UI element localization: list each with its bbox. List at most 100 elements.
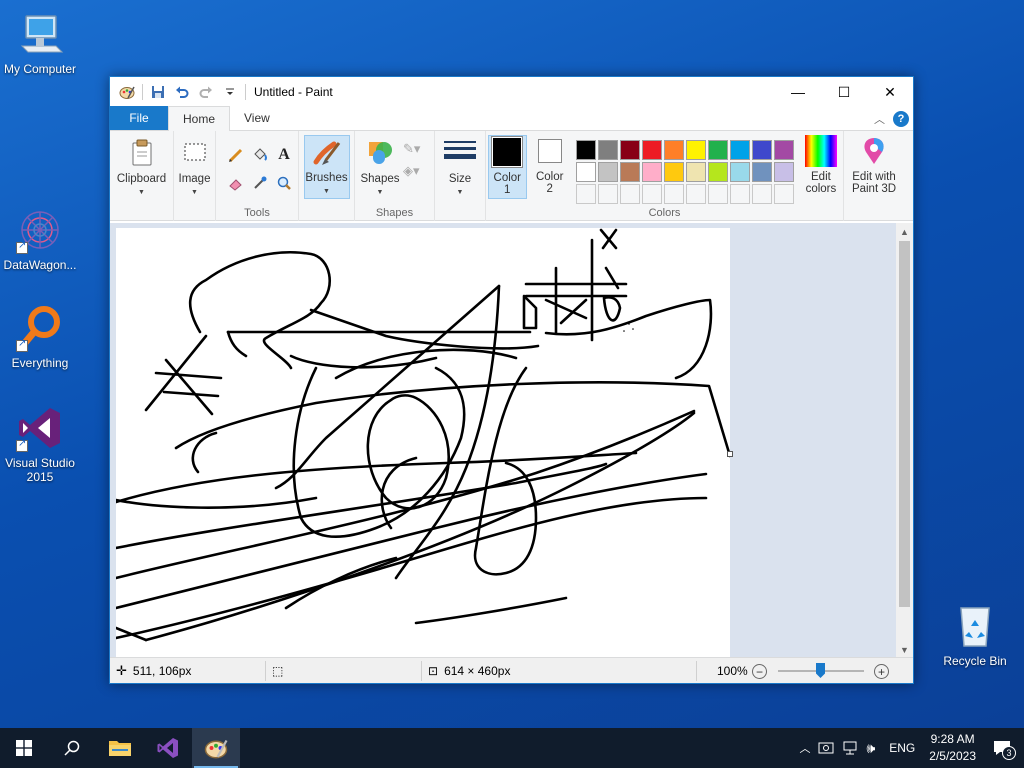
- zoom-level: 100%: [717, 664, 748, 678]
- color-swatch[interactable]: [575, 162, 596, 182]
- zoom-slider-thumb[interactable]: [816, 663, 825, 678]
- show-hidden-icons-chevron-icon[interactable]: ︿: [795, 728, 814, 768]
- minimize-button[interactable]: —: [775, 77, 821, 107]
- pencil-icon[interactable]: [224, 143, 248, 167]
- select-icon: [179, 137, 211, 169]
- maximize-button[interactable]: ☐: [821, 77, 867, 107]
- custom-color-slot[interactable]: [751, 184, 772, 204]
- scroll-down-arrow-icon[interactable]: ▼: [896, 641, 913, 658]
- color-swatch[interactable]: [707, 162, 728, 182]
- colors-group-label: Colors: [648, 207, 681, 219]
- desktop-icon-my-computer[interactable]: My Computer: [0, 10, 80, 76]
- fill-icon[interactable]: ◈▾: [403, 163, 420, 179]
- paint-app-icon[interactable]: [118, 83, 136, 101]
- color-swatch[interactable]: [663, 162, 684, 182]
- desktop-icon-recycle-bin[interactable]: Recycle Bin: [935, 602, 1015, 668]
- custom-color-slot[interactable]: [707, 184, 728, 204]
- color-swatch[interactable]: [641, 140, 662, 160]
- color-swatch[interactable]: [773, 140, 794, 160]
- image-button[interactable]: Image ▼: [176, 135, 214, 199]
- security-icon[interactable]: [814, 728, 838, 768]
- color-swatch[interactable]: [597, 140, 618, 160]
- tab-home[interactable]: Home: [168, 106, 231, 131]
- color-swatch[interactable]: [663, 140, 684, 160]
- taskbar-file-explorer[interactable]: [96, 728, 144, 768]
- color2-button[interactable]: Color 2: [531, 135, 569, 199]
- scroll-thumb[interactable]: [899, 241, 910, 607]
- color-swatch[interactable]: [707, 140, 728, 160]
- shapes-button[interactable]: Shapes ▼: [357, 135, 403, 199]
- zoom-out-button[interactable]: −: [752, 664, 767, 679]
- taskbar-visual-studio[interactable]: [144, 728, 192, 768]
- help-icon[interactable]: ?: [893, 111, 909, 127]
- action-center-button[interactable]: 3: [980, 728, 1024, 768]
- taskbar-paint[interactable]: [192, 728, 240, 768]
- save-icon[interactable]: [149, 83, 167, 101]
- magnifier-icon[interactable]: [272, 171, 296, 195]
- text-tool-icon[interactable]: A: [272, 143, 296, 167]
- language-indicator[interactable]: ENG: [879, 728, 925, 768]
- edit-colors-button[interactable]: Edit colors: [801, 135, 841, 199]
- size-label: Size: [448, 173, 472, 185]
- color-picker-icon[interactable]: [248, 171, 272, 195]
- chevron-down-icon: ▼: [456, 189, 464, 196]
- desktop-icon-datawagon[interactable]: DataWagon...: [0, 206, 80, 272]
- title-bar[interactable]: Untitled - Paint — ☐ ✕: [110, 77, 913, 107]
- search-button[interactable]: [48, 728, 96, 768]
- redo-icon[interactable]: [197, 83, 215, 101]
- color-swatch[interactable]: [685, 162, 706, 182]
- volume-icon[interactable]: 🕪: [862, 728, 879, 768]
- custom-color-slot[interactable]: [597, 184, 618, 204]
- qat-customize-dropdown[interactable]: [221, 83, 239, 101]
- canvas-area[interactable]: [110, 223, 897, 658]
- color-swatch[interactable]: [773, 162, 794, 182]
- eraser-icon[interactable]: [224, 171, 248, 195]
- image-size: ⊡ 614 × 460px: [428, 658, 510, 684]
- shapes-icon: [364, 137, 396, 169]
- color-swatch[interactable]: [751, 162, 772, 182]
- clipboard-button[interactable]: Clipboard ▼: [114, 135, 170, 199]
- clock[interactable]: 9:28 AM 2/5/2023: [925, 728, 980, 768]
- tab-file[interactable]: File: [110, 106, 168, 130]
- outline-icon[interactable]: ✎▾: [403, 141, 420, 157]
- desktop-icon-everything[interactable]: Everything: [0, 304, 80, 370]
- desktop-icon-visual-studio[interactable]: Visual Studio 2015: [0, 404, 80, 484]
- cursor-position-text: 511, 106px: [132, 664, 192, 678]
- fill-bucket-icon[interactable]: [248, 143, 272, 167]
- vertical-scrollbar[interactable]: ▲ ▼: [896, 223, 913, 658]
- custom-color-slot[interactable]: [729, 184, 750, 204]
- color-swatch[interactable]: [729, 140, 750, 160]
- network-icon[interactable]: [838, 728, 862, 768]
- color-swatch[interactable]: [751, 140, 772, 160]
- custom-color-slot[interactable]: [773, 184, 794, 204]
- color1-number: 1: [504, 184, 511, 196]
- zoom-in-button[interactable]: +: [874, 664, 889, 679]
- color-swatch[interactable]: [619, 140, 640, 160]
- color1-button[interactable]: Color 1: [488, 135, 527, 199]
- edit-with-paint3d-button[interactable]: Edit with Paint 3D: [846, 135, 902, 199]
- color-swatch[interactable]: [619, 162, 640, 182]
- color-swatch[interactable]: [641, 162, 662, 182]
- custom-color-slot[interactable]: [685, 184, 706, 204]
- tab-view[interactable]: View: [230, 106, 284, 130]
- scroll-up-arrow-icon[interactable]: ▲: [896, 223, 913, 240]
- start-button[interactable]: [0, 728, 48, 768]
- undo-icon[interactable]: [173, 83, 191, 101]
- custom-color-slot[interactable]: [641, 184, 662, 204]
- ribbon-tabs: File Home View ︿ ?: [110, 106, 913, 131]
- color-swatch[interactable]: [597, 162, 618, 182]
- color-swatch[interactable]: [685, 140, 706, 160]
- clock-time: 9:28 AM: [930, 732, 975, 746]
- canvas-resize-handle-right[interactable]: [727, 451, 733, 457]
- cursor-position: ✛ 511, 106px: [116, 658, 191, 684]
- drawing-canvas[interactable]: [114, 228, 732, 658]
- custom-color-slot[interactable]: [575, 184, 596, 204]
- color-swatch[interactable]: [729, 162, 750, 182]
- close-button[interactable]: ✕: [867, 77, 913, 107]
- collapse-ribbon-icon[interactable]: ︿: [874, 111, 885, 127]
- custom-color-slot[interactable]: [619, 184, 640, 204]
- brushes-button[interactable]: Brushes ▼: [303, 135, 350, 199]
- size-button[interactable]: Size ▼: [437, 135, 483, 199]
- custom-color-slot[interactable]: [663, 184, 684, 204]
- color-swatch[interactable]: [575, 140, 596, 160]
